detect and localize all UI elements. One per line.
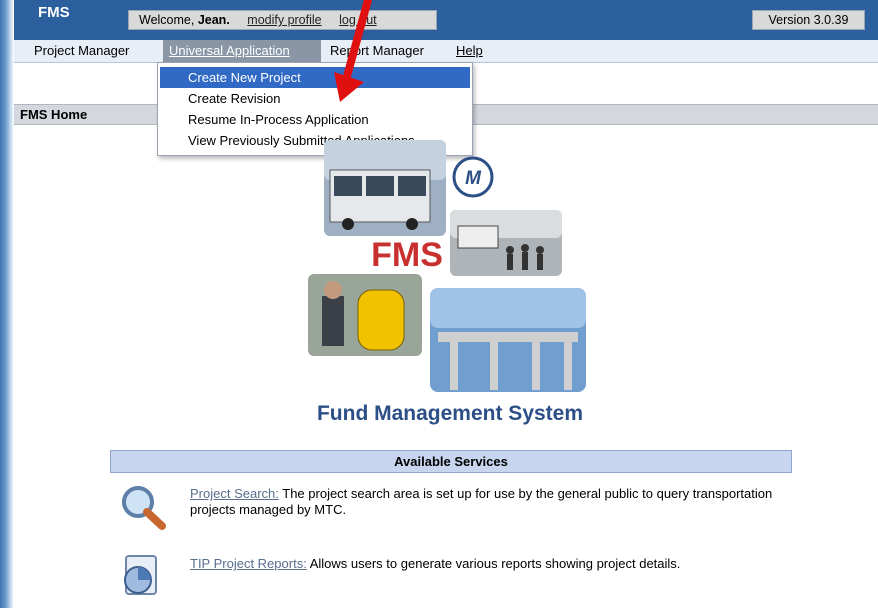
services-header: Available Services bbox=[110, 450, 792, 473]
welcome-box: Welcome, Jean. modify profile log out bbox=[128, 10, 437, 30]
project-search-link[interactable]: Project Search: bbox=[190, 486, 279, 501]
user-name: Jean. bbox=[197, 13, 230, 27]
mtc-badge: M bbox=[452, 156, 494, 198]
badge-letter: M bbox=[465, 168, 482, 189]
dropdown-item-create-revision[interactable]: Create Revision bbox=[160, 88, 470, 109]
magnifier-icon[interactable] bbox=[116, 484, 172, 532]
fms-wordmark: FMS bbox=[371, 236, 443, 274]
page-title: FMS Home bbox=[20, 107, 88, 122]
menu-bar: Project Manager Universal Application Re… bbox=[14, 40, 878, 63]
bus-photo bbox=[324, 140, 446, 236]
tip-reports-description: Allows users to generate various reports… bbox=[309, 556, 681, 571]
service-text: Project Search: The project search area … bbox=[190, 486, 790, 518]
menu-project-manager-label: Project Manager bbox=[34, 43, 130, 58]
menu-help[interactable]: Help bbox=[450, 40, 489, 62]
tip-reports-link[interactable]: TIP Project Reports: bbox=[190, 556, 307, 571]
train-photo bbox=[450, 210, 562, 276]
menu-universal-application-label: Universal Application bbox=[169, 43, 290, 58]
brand-title: FMS bbox=[38, 4, 70, 21]
dropdown-item-create-new-project[interactable]: Create New Project bbox=[160, 67, 470, 88]
menu-project-manager[interactable]: Project Manager bbox=[28, 40, 135, 62]
dropdown-item-resume-application[interactable]: Resume In-Process Application bbox=[160, 109, 470, 130]
callbox-photo bbox=[308, 274, 422, 356]
logo-subtitle: Fund Management System bbox=[317, 402, 583, 425]
fms-logo: M FMS Fund Management System bbox=[308, 140, 586, 425]
menu-universal-application[interactable]: Universal Application bbox=[163, 40, 321, 62]
modify-profile-link[interactable]: modify profile bbox=[247, 13, 321, 27]
bridge-photo bbox=[430, 288, 586, 392]
service-text: TIP Project Reports: Allows users to gen… bbox=[190, 556, 790, 572]
annotation-arrow-icon bbox=[334, 0, 372, 102]
left-edge-strip bbox=[0, 0, 14, 608]
version-label: Version 3.0.39 bbox=[752, 10, 865, 30]
menu-help-label: Help bbox=[456, 43, 483, 58]
report-icon[interactable] bbox=[116, 552, 172, 600]
welcome-prefix: Welcome, bbox=[139, 13, 195, 27]
